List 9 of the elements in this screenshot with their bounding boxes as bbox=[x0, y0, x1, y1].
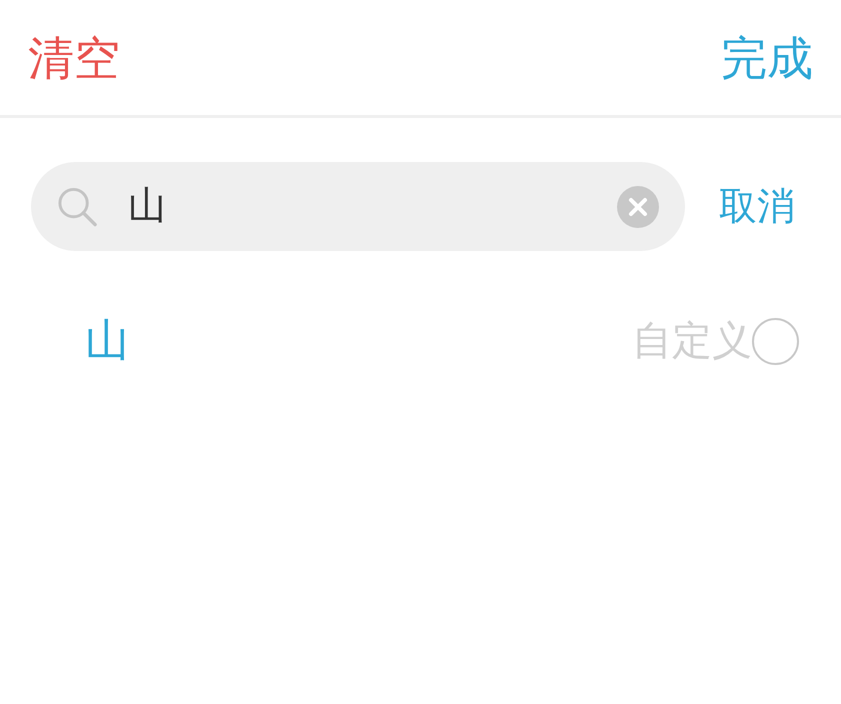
result-text[interactable]: 山 bbox=[85, 319, 129, 363]
search-field[interactable]: 山 bbox=[128, 178, 617, 235]
clear-icon[interactable] bbox=[617, 186, 659, 228]
radio-button[interactable] bbox=[752, 318, 799, 364]
search-icon bbox=[57, 186, 98, 228]
done-button[interactable]: 完成 bbox=[721, 34, 813, 80]
cancel-button[interactable]: 取消 bbox=[719, 188, 795, 226]
clear-button[interactable]: 清空 bbox=[28, 34, 120, 80]
search-bar[interactable]: 山 bbox=[31, 162, 685, 251]
